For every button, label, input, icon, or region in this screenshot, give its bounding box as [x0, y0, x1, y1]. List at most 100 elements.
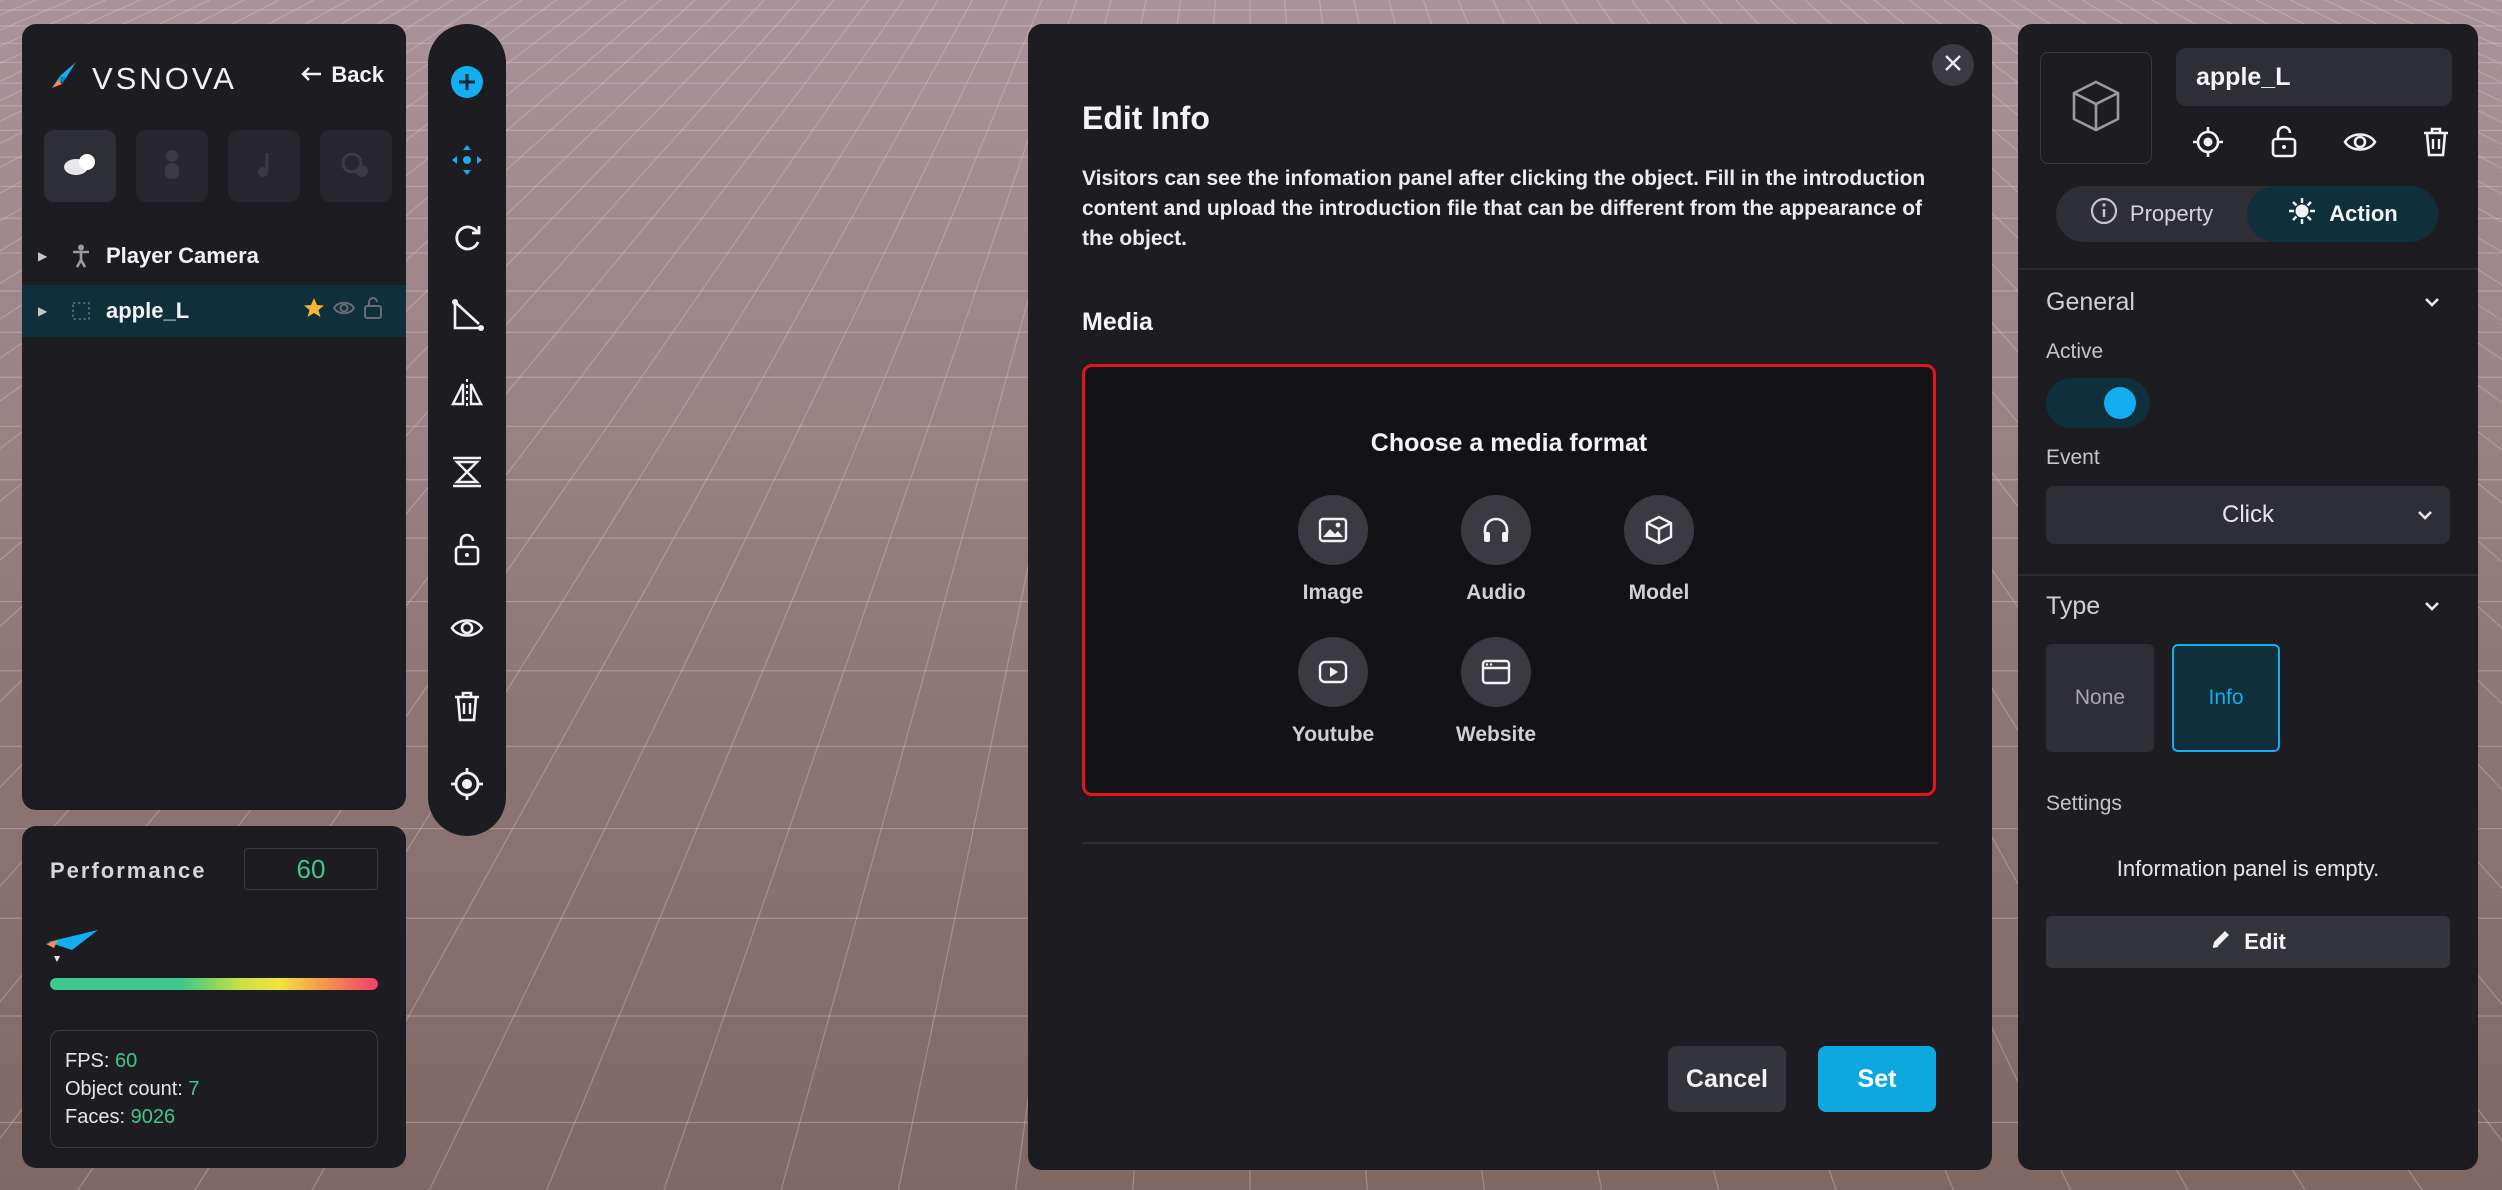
- tree-item-player-camera[interactable]: ▶ Player Camera: [22, 230, 406, 282]
- tab-action[interactable]: Action: [2247, 186, 2438, 242]
- type-info-option[interactable]: Info: [2172, 644, 2280, 752]
- outliner-tools: [44, 130, 392, 202]
- dialog-title: Edit Info: [1082, 100, 1210, 136]
- brand: VSNOVA: [46, 58, 237, 99]
- unlock-icon[interactable]: [362, 296, 384, 326]
- media-picker-heading: Choose a media format: [1370, 429, 1648, 457]
- media-option-label: Youtube: [1291, 723, 1375, 746]
- media-option-youtube[interactable]: Youtube: [1263, 637, 1403, 747]
- trash-icon: [451, 688, 483, 729]
- media-option-label: Website: [1455, 723, 1537, 746]
- edit-button[interactable]: Edit: [2046, 916, 2450, 968]
- performance-value: 60: [244, 848, 378, 890]
- music-button[interactable]: [228, 130, 300, 202]
- environment-button[interactable]: [44, 130, 116, 202]
- chevron-down-icon[interactable]: [2420, 594, 2444, 618]
- faces-stat: Faces: 9026: [65, 1106, 176, 1128]
- move-icon: [449, 142, 485, 183]
- media-option-audio[interactable]: Audio: [1426, 495, 1566, 605]
- add-button[interactable]: [447, 64, 487, 104]
- chevron-down-icon[interactable]: [2420, 290, 2444, 314]
- rotate-tool[interactable]: [447, 220, 487, 260]
- back-label: Back: [331, 62, 384, 87]
- transform-toolbar: [428, 24, 506, 836]
- effects-icon: [340, 149, 372, 184]
- cloud-icon: [62, 151, 98, 182]
- mirror-tool[interactable]: [447, 376, 487, 416]
- inspector-tabs: Property Action: [2056, 186, 2438, 242]
- media-option-label: Model: [1628, 581, 1690, 604]
- media-option-model[interactable]: Model: [1589, 495, 1729, 605]
- caret-right-icon[interactable]: ▶: [38, 304, 52, 318]
- event-select[interactable]: Click: [2046, 486, 2450, 544]
- active-toggle[interactable]: [2046, 378, 2150, 428]
- chevron-down-icon: [2414, 504, 2436, 533]
- close-icon: [1944, 54, 1962, 77]
- media-option-label: Audio: [1466, 581, 1526, 604]
- back-button[interactable]: Back: [301, 62, 384, 88]
- image-icon: [1298, 495, 1368, 565]
- caret-right-icon[interactable]: ▶: [38, 249, 52, 263]
- toggle-knob: [2104, 387, 2136, 419]
- effects-button[interactable]: [320, 130, 392, 202]
- eye-icon[interactable]: [332, 296, 356, 326]
- object-count-stat: Object count: 7: [65, 1078, 200, 1100]
- tab-property[interactable]: Property: [2056, 186, 2247, 242]
- performance-panel: Performance 60 FPS: 60 Object count: 7 F…: [22, 826, 406, 1168]
- burst-icon: [2287, 196, 2317, 232]
- focus-tool[interactable]: [447, 766, 487, 806]
- settings-label: Settings: [2046, 792, 2122, 815]
- edit-label: Edit: [2244, 929, 2286, 954]
- performance-title: Performance: [50, 858, 207, 883]
- object-name-input[interactable]: apple_L: [2176, 48, 2452, 106]
- scale-tool[interactable]: [447, 298, 487, 338]
- set-button[interactable]: Set: [1818, 1046, 1936, 1112]
- eye-icon: [449, 610, 485, 651]
- tree-item-apple-l[interactable]: ▶ apple_L: [22, 285, 406, 337]
- headphones-icon: [1461, 495, 1531, 565]
- avatar-button[interactable]: [136, 130, 208, 202]
- focus-icon: [2191, 125, 2225, 164]
- focus-button[interactable]: [2188, 124, 2228, 164]
- star-icon[interactable]: [302, 296, 326, 326]
- mirror-icon: [449, 376, 485, 417]
- brand-name: VSNOVA: [92, 60, 237, 96]
- tree-item-label: Player Camera: [106, 243, 259, 268]
- performance-stats: FPS: 60 Object count: 7 Faces: 9026: [50, 1030, 378, 1148]
- media-option-website[interactable]: Website: [1426, 637, 1566, 747]
- object-thumbnail: [2040, 52, 2152, 164]
- general-section-title: General: [2046, 288, 2135, 316]
- empty-panel-message: Information panel is empty.: [2116, 856, 2380, 881]
- align-tool[interactable]: [447, 454, 487, 494]
- eye-icon: [2343, 125, 2377, 164]
- focus-icon: [449, 766, 485, 807]
- dialog-description: Visitors can see the infomation panel af…: [1082, 167, 1926, 250]
- move-tool[interactable]: [447, 142, 487, 182]
- delete-button[interactable]: [2416, 124, 2456, 164]
- media-option-label: Image: [1302, 581, 1364, 604]
- separator: [2018, 268, 2478, 270]
- close-button[interactable]: [1932, 44, 1974, 86]
- scene-outliner: VSNOVA Back ▶ Player Camera ▶ apple_L: [22, 24, 406, 810]
- lock-tool[interactable]: [447, 532, 487, 572]
- event-select-value: Click: [2222, 501, 2274, 528]
- media-option-image[interactable]: Image: [1263, 495, 1403, 605]
- media-format-picker: Choose a media format Image Audio Model …: [1082, 364, 1936, 796]
- play-icon: [1298, 637, 1368, 707]
- unlock-icon: [2269, 125, 2299, 164]
- trash-icon: [2421, 125, 2451, 164]
- tab-label: Property: [2129, 201, 2214, 226]
- delete-tool[interactable]: [447, 688, 487, 728]
- visibility-tool[interactable]: [447, 610, 487, 650]
- align-icon: [449, 454, 485, 495]
- tree-item-label: apple_L: [106, 298, 190, 323]
- type-none-option[interactable]: None: [2046, 644, 2154, 752]
- lock-button[interactable]: [2264, 124, 2304, 164]
- info-circle-icon: [2090, 197, 2118, 231]
- fps-stat: FPS: 60: [65, 1050, 138, 1072]
- cancel-button[interactable]: Cancel: [1668, 1046, 1786, 1112]
- pencil-icon: [2210, 928, 2232, 956]
- visibility-button[interactable]: [2340, 124, 2380, 164]
- person-icon: [68, 244, 94, 268]
- type-section-title: Type: [2046, 592, 2101, 620]
